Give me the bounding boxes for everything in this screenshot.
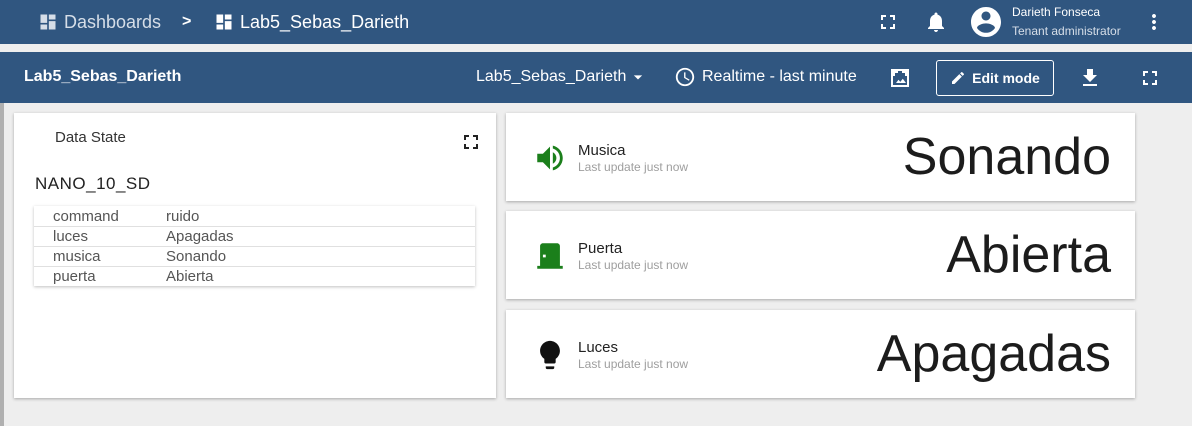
card-value: Sonando <box>902 128 1111 186</box>
state-selector-value: Lab5_Sebas_Darieth <box>476 68 627 85</box>
notifications-icon[interactable] <box>924 10 948 34</box>
card-value: Abierta <box>946 226 1111 284</box>
attribute-key: command <box>53 207 119 225</box>
lightbulb-icon <box>540 340 560 370</box>
table-row: puerta Abierta <box>34 266 475 286</box>
attribute-key: luces <box>53 228 89 245</box>
volume-up-icon <box>537 145 563 171</box>
dashboard-title: Lab5_Sebas_Darieth <box>24 68 182 85</box>
fullscreen-icon[interactable] <box>876 10 900 34</box>
card-value: Apagadas <box>876 325 1111 383</box>
state-selector[interactable]: Lab5_Sebas_Darieth <box>476 67 648 87</box>
timewindow-label: Realtime - last minute <box>702 68 857 85</box>
edit-mode-button[interactable]: Edit mode <box>936 60 1054 96</box>
clock-icon <box>675 67 695 87</box>
attribute-value: ruido <box>166 207 200 225</box>
musica-card: Musica Last update just now Sonando <box>506 113 1135 201</box>
last-update: Last update just now <box>578 160 689 174</box>
breadcrumb-current-label: Lab5_Sebas_Darieth <box>240 11 410 32</box>
breadcrumb-root-label: Dashboards <box>64 11 162 32</box>
attribute-key: puerta <box>53 268 96 285</box>
download-icon[interactable] <box>1078 66 1102 90</box>
card-label: Luces <box>578 339 619 356</box>
attribute-value: Apagadas <box>166 228 234 245</box>
more-vert-icon[interactable] <box>1142 10 1166 34</box>
last-update: Last update just now <box>578 258 689 272</box>
breadcrumb-separator: > <box>182 13 192 30</box>
attribute-value: Sonando <box>166 248 227 265</box>
edit-mode-label: Edit mode <box>972 70 1040 86</box>
arrow-drop-down-icon <box>634 75 643 80</box>
attribute-key: musica <box>53 248 101 265</box>
card-label: Musica <box>578 142 626 159</box>
door-icon <box>537 243 563 269</box>
fullscreen-icon[interactable] <box>464 135 478 149</box>
table-row: luces Apagadas <box>34 226 475 246</box>
luces-card: Luces Last update just now Apagadas <box>506 310 1135 398</box>
pencil-icon <box>952 71 965 84</box>
device-name: NANO_10_SD <box>35 174 151 193</box>
widget-title: Data State <box>55 129 126 146</box>
puerta-card: Puerta Last update just now Abierta <box>506 211 1135 299</box>
card-label: Puerta <box>578 240 623 257</box>
account-circle-icon[interactable] <box>968 4 1004 40</box>
fullscreen-icon[interactable] <box>1138 66 1162 90</box>
dashboard-icon <box>216 14 232 30</box>
dashboard-toolbar: Lab5_Sebas_Darieth Lab5_Sebas_Darieth Re… <box>0 52 1192 103</box>
attribute-value: Abierta <box>166 268 214 285</box>
top-bar: Dashboards > Lab5_Sebas_Darieth Darieth … <box>0 0 1192 44</box>
dashboards-icon <box>40 14 56 30</box>
breadcrumb-dashboards[interactable]: Dashboards <box>38 10 161 34</box>
user-role: Tenant administrator <box>1012 24 1121 38</box>
table-row: musica Sonando <box>34 246 475 266</box>
image-export-icon[interactable] <box>888 66 912 90</box>
timewindow-button[interactable]: Realtime - last minute <box>674 66 857 88</box>
attributes-table: command ruido luces Apagadas musica Sona… <box>34 206 475 286</box>
data-state-widget: Data State NANO_10_SD command ruido luce… <box>14 113 496 398</box>
left-edge <box>0 103 4 426</box>
breadcrumb-current: Lab5_Sebas_Darieth <box>214 10 409 34</box>
last-update: Last update just now <box>578 357 689 371</box>
user-name[interactable]: Darieth Fonseca <box>1012 5 1100 19</box>
table-row: command ruido <box>34 206 475 226</box>
